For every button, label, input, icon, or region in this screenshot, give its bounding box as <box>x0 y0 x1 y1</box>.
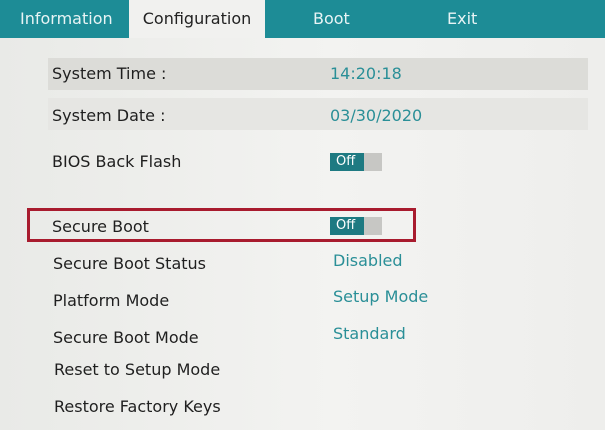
tab-boot[interactable]: Boot <box>313 0 350 38</box>
tab-exit[interactable]: Exit <box>447 0 477 38</box>
restore-factory-keys-item[interactable]: Restore Factory Keys <box>54 397 221 416</box>
tab-bar: Information Configuration Boot Exit <box>0 0 605 38</box>
platform-mode-value: Setup Mode <box>333 287 429 306</box>
bios-setup-screen: Information Configuration Boot Exit Syst… <box>0 0 605 430</box>
bios-back-flash-toggle[interactable]: Off <box>330 153 382 171</box>
secure-boot-label: Secure Boot <box>52 217 149 236</box>
tab-information[interactable]: Information <box>20 0 113 38</box>
secure-boot-status-value: Disabled <box>333 251 403 270</box>
tab-configuration[interactable]: Configuration <box>129 0 265 38</box>
secure-boot-mode-label: Secure Boot Mode <box>53 328 199 347</box>
reset-to-setup-mode-item[interactable]: Reset to Setup Mode <box>54 360 220 379</box>
bios-back-flash-toggle-state: Off <box>330 153 364 171</box>
platform-mode-label: Platform Mode <box>53 291 170 310</box>
secure-boot-status-label: Secure Boot Status <box>53 254 206 273</box>
system-time-value[interactable]: 14:20:18 <box>330 64 402 83</box>
system-date-value[interactable]: 03/30/2020 <box>330 106 422 125</box>
system-time-label: System Time : <box>52 64 167 83</box>
secure-boot-toggle-state: Off <box>330 217 364 235</box>
bios-back-flash-label: BIOS Back Flash <box>52 152 182 171</box>
system-date-label: System Date : <box>52 106 166 125</box>
secure-boot-toggle[interactable]: Off <box>330 217 382 235</box>
secure-boot-mode-value[interactable]: Standard <box>333 324 406 343</box>
